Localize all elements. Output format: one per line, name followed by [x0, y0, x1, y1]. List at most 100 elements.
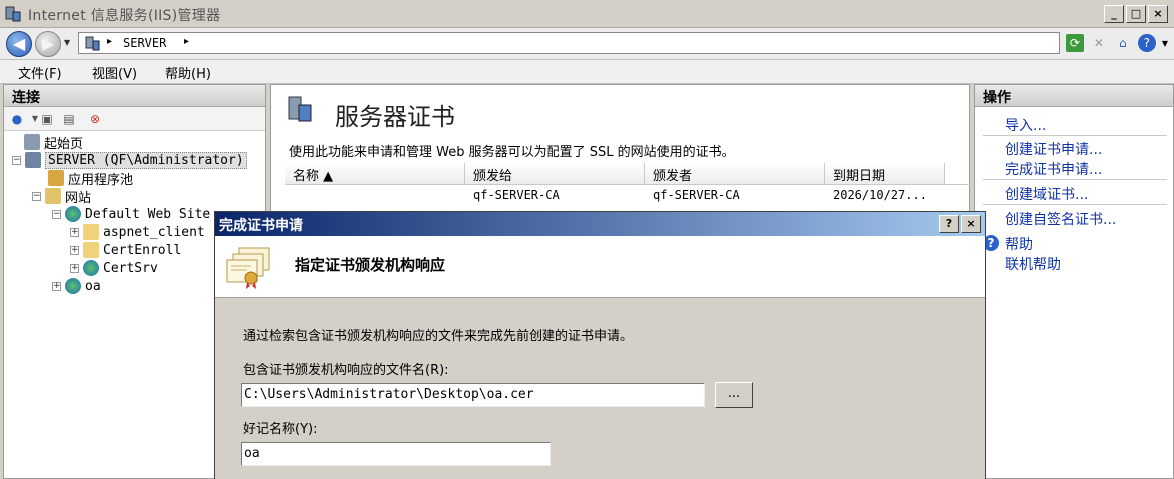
- tree-item-server[interactable]: − SERVER (QF\Administrator): [12, 151, 247, 169]
- dialog-titlebar: 完成证书申请 ? ×: [215, 212, 985, 236]
- menu-bar: 文件(F) 视图(V) 帮助(H): [0, 60, 1174, 84]
- dialog-close-button[interactable]: ×: [961, 215, 981, 233]
- tree-label: CertSrv: [103, 260, 158, 276]
- connect-globe-icon[interactable]: ●: [8, 110, 26, 128]
- tree-label: oa: [85, 278, 101, 294]
- globe-icon: [83, 260, 99, 276]
- collapse-icon[interactable]: −: [32, 191, 41, 201]
- divider: [983, 204, 1167, 205]
- dialog-header: 指定证书颁发机构响应: [215, 236, 985, 298]
- refresh-icon[interactable]: ⟳: [1065, 34, 1084, 52]
- tree-label: aspnet_client: [103, 224, 205, 240]
- close-button[interactable]: ×: [1148, 5, 1168, 23]
- file-name-input[interactable]: C:\Users\Administrator\Desktop\oa.cer: [241, 383, 705, 407]
- window-titlebar: Internet 信息服务(IIS)管理器 _ □ ×: [0, 0, 1174, 28]
- tree-item-sites[interactable]: − 网站: [32, 187, 92, 206]
- server-certificates-icon: [288, 96, 312, 122]
- browse-button[interactable]: ...: [715, 382, 753, 408]
- folder-icon: [83, 224, 99, 240]
- tree-item-certsrv[interactable]: + CertSrv: [70, 259, 158, 277]
- maximize-button[interactable]: □: [1126, 5, 1146, 23]
- tree-item-aspnet-client[interactable]: + aspnet_client: [70, 223, 205, 241]
- action-create-domain-cert[interactable]: 创建域证书...: [1005, 184, 1088, 204]
- action-create-request[interactable]: 创建证书申请...: [1005, 139, 1102, 159]
- divider: [983, 135, 1167, 136]
- collapse-icon[interactable]: −: [52, 209, 61, 219]
- help-icon[interactable]: ?: [1137, 34, 1156, 52]
- action-online-help[interactable]: 联机帮助: [1005, 254, 1061, 274]
- start-page-icon: [24, 134, 40, 150]
- table-row[interactable]: qf-SERVER-CA qf-SERVER-CA 2026/10/27...: [285, 185, 971, 207]
- tree-label: 应用程序池: [68, 172, 134, 188]
- back-arrow-icon: ◀: [12, 34, 26, 53]
- menu-file[interactable]: 文件(F): [18, 63, 62, 82]
- dialog-help-button[interactable]: ?: [939, 215, 959, 233]
- cell-issued-by: qf-SERVER-CA: [653, 188, 740, 202]
- tree-item-default-web-site[interactable]: − Default Web Site: [52, 205, 210, 223]
- window-title: Internet 信息服务(IIS)管理器: [28, 8, 221, 24]
- tree-item-oa[interactable]: + oa: [52, 277, 101, 295]
- dialog-title: 完成证书申请: [219, 218, 303, 234]
- action-import[interactable]: 导入...: [1005, 115, 1046, 135]
- save-icon[interactable]: ▣: [38, 110, 56, 128]
- app-pool-icon: [48, 170, 64, 186]
- table-header: 名称 ▲ 颁发给 颁发者 到期日期: [285, 163, 971, 185]
- tree-label: 网站: [65, 190, 92, 206]
- connections-header: 连接: [4, 85, 265, 107]
- breadcrumb-separator[interactable]: ▸: [107, 36, 112, 47]
- expand-icon[interactable]: +: [52, 281, 61, 291]
- expand-icon[interactable]: +: [70, 245, 79, 255]
- server-icon: [85, 36, 100, 51]
- menu-view[interactable]: 视图(V): [92, 63, 137, 82]
- action-complete-request[interactable]: 完成证书申请...: [1005, 159, 1102, 179]
- history-dropdown-icon[interactable]: ▼: [64, 38, 70, 47]
- tree-item-certenroll[interactable]: + CertEnroll: [70, 241, 181, 259]
- friendly-name-input[interactable]: oa: [241, 442, 551, 466]
- actions-panel: 操作 导入... 创建证书申请... 完成证书申请... 创建域证书... 创建…: [974, 84, 1174, 479]
- friendly-name-label: 好记名称(Y):: [243, 422, 318, 437]
- address-bar: ◀ ▶ ▼ ▸ SERVER ▸ ⟳ ✕ ⌂ ? ▼: [0, 28, 1174, 60]
- minimize-button[interactable]: _: [1104, 5, 1124, 23]
- tree-item-start-page[interactable]: 起始页: [24, 133, 84, 152]
- disconnect-icon[interactable]: ⊗: [86, 110, 104, 128]
- certificate-icon: [226, 247, 270, 289]
- home-icon[interactable]: ⌂: [1114, 34, 1132, 52]
- stop-icon[interactable]: ✕: [1090, 34, 1108, 52]
- breadcrumb-separator-end[interactable]: ▸: [184, 36, 189, 47]
- address-field[interactable]: ▸ SERVER ▸: [78, 32, 1060, 54]
- connections-toolbar: ● ▼ ▣ ▤ ⊗: [4, 107, 265, 131]
- tree-item-app-pools[interactable]: 应用程序池: [48, 169, 134, 188]
- cell-issued-to: qf-SERVER-CA: [473, 188, 560, 202]
- divider: [983, 179, 1167, 180]
- certificate-table: 名称 ▲ 颁发给 颁发者 到期日期 qf-SERVER-CA qf-SERVER…: [285, 163, 971, 207]
- help-dropdown-icon[interactable]: ▼: [1162, 39, 1168, 48]
- forward-arrow-icon: ▶: [41, 34, 55, 53]
- back-button[interactable]: ◀: [6, 31, 32, 57]
- column-expiry[interactable]: 到期日期: [825, 163, 945, 184]
- cell-name: [285, 185, 465, 207]
- action-create-self-signed[interactable]: 创建自签名证书...: [1005, 209, 1116, 229]
- collapse-icon[interactable]: −: [12, 155, 21, 165]
- dialog-instruction: 通过检索包含证书颁发机构响应的文件来完成先前创建的证书申请。: [243, 329, 634, 344]
- file-name-label: 包含证书颁发机构响应的文件名(R):: [243, 363, 449, 378]
- breadcrumb-server[interactable]: SERVER: [123, 36, 166, 50]
- tree-label: Default Web Site: [85, 206, 211, 222]
- complete-certificate-request-dialog: 完成证书申请 ? × 指定证书颁发机构响应 通过检索包含证书颁发机构响应的文件来…: [214, 211, 986, 479]
- column-issued-to[interactable]: 颁发给: [465, 163, 645, 184]
- tree-label: 起始页: [44, 136, 84, 152]
- feature-title: 服务器证书: [335, 103, 455, 131]
- expand-icon[interactable]: +: [70, 227, 79, 237]
- globe-icon: [65, 206, 81, 222]
- up-level-icon[interactable]: ▤: [60, 110, 78, 128]
- column-issued-by[interactable]: 颁发者: [645, 163, 825, 184]
- menu-help[interactable]: 帮助(H): [165, 63, 211, 82]
- action-help[interactable]: 帮助: [1005, 234, 1033, 254]
- actions-header: 操作: [975, 85, 1173, 107]
- sites-folder-icon: [45, 188, 61, 204]
- column-name[interactable]: 名称 ▲: [285, 163, 465, 184]
- forward-button[interactable]: ▶: [35, 31, 61, 57]
- expand-icon[interactable]: +: [70, 263, 79, 273]
- globe-icon: [65, 278, 81, 294]
- feature-description: 使用此功能来申请和管理 Web 服务器可以为配置了 SSL 的网站使用的证书。: [289, 145, 735, 160]
- folder-icon: [83, 242, 99, 258]
